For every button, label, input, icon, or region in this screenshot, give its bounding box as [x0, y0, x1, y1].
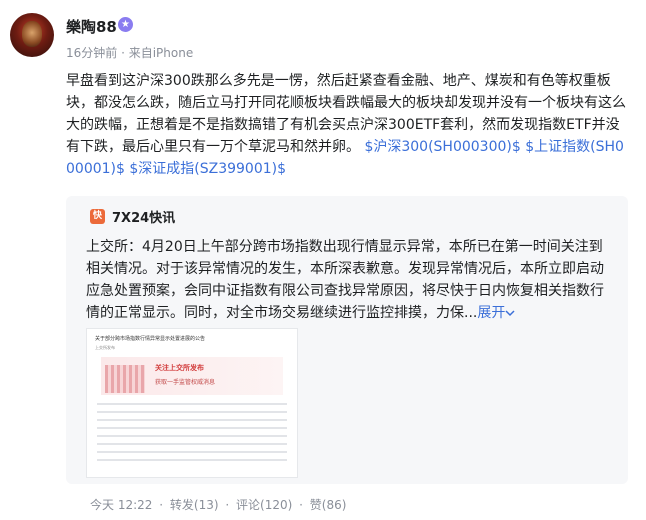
announcement-text-lines	[97, 403, 287, 467]
announcement-image-title: 关于部分跨市场指数行情异常显示处置进展的公告	[95, 336, 206, 342]
like-button[interactable]: 赞(86)	[310, 498, 347, 512]
expand-link[interactable]: 展开	[477, 305, 515, 321]
building-graphic	[105, 365, 145, 393]
comment-button[interactable]: 评论(120)	[236, 498, 292, 512]
avatar[interactable]	[10, 13, 54, 57]
announcement-banner: 关注上交所发布 获取一手监管权威消息	[101, 357, 283, 395]
footer-separator: ·	[225, 498, 230, 512]
stock-tag-sz-index[interactable]: $深证成指(SZ399001)$	[129, 161, 286, 177]
repost-button[interactable]: 转发(13)	[170, 498, 219, 512]
news-card-body: 上交所：4月20日上午部分跨市场指数出现行情显示异常，本所已在第一时间关注到相关…	[86, 236, 614, 324]
post-body: 早盘看到这沪深300跌那么多先是一愣，然后赶紧查看金融、地产、煤炭和有色等权重板…	[66, 70, 632, 180]
verified-badge-icon: ★	[118, 17, 133, 32]
expand-label: 展开	[477, 305, 506, 321]
stock-tag-hs300[interactable]: $沪深300(SH000300)$	[364, 139, 520, 155]
news-card-text: 上交所：4月20日上午部分跨市场指数出现行情显示异常，本所已在第一时间关注到相关…	[86, 239, 604, 321]
news-card-title: 7X24快讯	[112, 211, 176, 226]
news-flash-icon: 快	[90, 209, 105, 224]
banner-line-2: 获取一手监管权威消息	[155, 379, 216, 386]
announcement-image-source: 上交所发布	[95, 345, 115, 350]
post-time: 今天 12:22	[90, 498, 153, 512]
footer-separator: ·	[159, 498, 164, 512]
username[interactable]: 樂陶88	[66, 16, 117, 37]
chevron-down-icon	[505, 310, 515, 317]
post-footer: 今天 12:22 · 转发(13) · 评论(120) · 赞(86)	[90, 496, 349, 513]
footer-separator: ·	[299, 498, 303, 512]
announcement-image[interactable]: 关于部分跨市场指数行情异常显示处置进展的公告 上交所发布 关注上交所发布 获取一…	[86, 328, 298, 478]
post-meta: 16分钟前 · 来自iPhone	[66, 46, 194, 60]
avatar-face	[22, 21, 42, 47]
news-card[interactable]: 快 7X24快讯 上交所：4月20日上午部分跨市场指数出现行情显示异常，本所已在…	[66, 196, 628, 484]
banner-line-1: 关注上交所发布	[155, 364, 204, 372]
